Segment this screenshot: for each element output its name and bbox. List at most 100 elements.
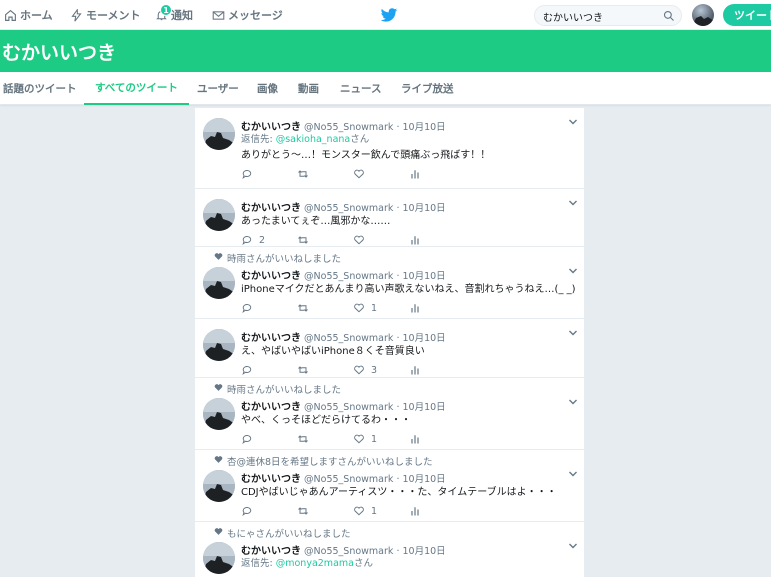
social-context-text: 杏@連休8日を希望しますさんがいいねしました xyxy=(227,457,433,468)
reply-to-prefix: 返信先: xyxy=(241,134,276,145)
tweet[interactable]: 時雨さんがいいねしました むかいいつき @No55_Snowmark · 10月… xyxy=(195,247,584,319)
tweet-text: ありがとう～…！モンスター飲んで頭痛ぶっ飛ばす！！ xyxy=(241,150,491,161)
home-icon xyxy=(5,9,16,21)
nav-moments[interactable]: モーメント xyxy=(70,0,141,30)
avatar[interactable] xyxy=(203,470,235,502)
like-button[interactable]: 1 xyxy=(353,505,377,517)
avatar[interactable] xyxy=(203,118,235,150)
reply-to-suffix: さん xyxy=(350,134,370,145)
notification-badge: 1 xyxy=(160,4,172,16)
heart-icon xyxy=(354,169,364,179)
retweet-button[interactable] xyxy=(297,302,315,314)
reply-button[interactable] xyxy=(241,505,259,517)
reply-icon xyxy=(242,366,252,375)
nav-messages[interactable]: メッセージ xyxy=(212,0,283,30)
social-context-text: 時雨さんがいいねしました xyxy=(227,254,342,265)
tweet-date[interactable]: · 10月10日 xyxy=(396,122,445,133)
retweet-button[interactable] xyxy=(297,234,315,246)
analytics-button[interactable] xyxy=(409,302,427,314)
retweet-button[interactable] xyxy=(297,433,315,445)
retweet-button[interactable] xyxy=(297,168,315,180)
reply-button[interactable] xyxy=(241,433,259,445)
retweet-button[interactable] xyxy=(297,364,315,376)
chevron-down-icon[interactable] xyxy=(568,266,578,276)
like-button[interactable] xyxy=(353,168,371,180)
retweet-icon xyxy=(298,170,308,178)
tab-photos[interactable]: 画像 xyxy=(257,72,278,105)
chevron-down-icon[interactable] xyxy=(568,328,578,338)
retweet-icon xyxy=(298,304,308,312)
retweet-button[interactable] xyxy=(297,505,315,517)
tweet[interactable]: むかいいつき @No55_Snowmark · 10月10日 え、やばいやばいiP… xyxy=(195,319,584,378)
like-button[interactable]: 3 xyxy=(353,364,377,376)
analytics-icon xyxy=(411,170,419,179)
tweet[interactable]: もにゃさんがいいねしました むかいいつき @No55_Snowmark · 10… xyxy=(195,522,584,577)
reply-button[interactable] xyxy=(241,168,259,180)
avatar[interactable] xyxy=(203,542,235,574)
tweet-text: え、やばいやばいiPhone８くそ音質良い xyxy=(241,346,425,357)
tweet[interactable]: むかいいつき @No55_Snowmark · 10月10日 返信先: @sak… xyxy=(195,108,584,189)
tab-people[interactable]: ユーザー xyxy=(197,72,239,105)
twitter-bird-icon[interactable] xyxy=(380,6,398,24)
search-tabs: 話題のツイート すべてのツイート ユーザー 画像 動画 ニュース ライブ放送 xyxy=(0,72,771,105)
nav-home-label: ホーム xyxy=(20,9,53,22)
like-count: 1 xyxy=(371,433,378,445)
like-button[interactable] xyxy=(353,234,371,246)
search-input[interactable] xyxy=(543,8,661,24)
tab-latest[interactable]: すべてのツイート xyxy=(84,72,189,105)
analytics-button[interactable] xyxy=(409,505,427,517)
analytics-icon xyxy=(411,435,419,444)
avatar[interactable] xyxy=(203,398,235,430)
profile-avatar[interactable] xyxy=(692,4,714,26)
search-banner: むかいいつき xyxy=(0,30,771,72)
heart-icon xyxy=(354,235,364,245)
tweet[interactable]: むかいいつき @No55_Snowmark · 10月10日 あったまいてぇぞ…風… xyxy=(195,189,584,248)
reply-button[interactable] xyxy=(241,364,259,376)
social-context-text: 時雨さんがいいねしました xyxy=(227,385,342,396)
like-button[interactable]: 1 xyxy=(353,302,377,314)
analytics-button[interactable] xyxy=(409,234,427,246)
analytics-button[interactable] xyxy=(409,168,427,180)
reply-icon xyxy=(242,170,252,179)
chevron-down-icon[interactable] xyxy=(568,198,578,208)
tweet-actions xyxy=(241,168,571,182)
avatar[interactable] xyxy=(203,267,235,299)
analytics-icon xyxy=(411,507,419,516)
avatar[interactable] xyxy=(203,329,235,361)
tweet-date[interactable]: · 10月10日 xyxy=(396,546,445,557)
analytics-button[interactable] xyxy=(409,433,427,445)
search-icon[interactable] xyxy=(663,10,675,22)
nav-home[interactable]: ホーム xyxy=(4,0,53,30)
tab-broadcasts[interactable]: ライブ放送 xyxy=(401,72,454,105)
reply-button[interactable] xyxy=(241,302,259,314)
reply-to-suffix: さん xyxy=(353,558,373,569)
like-button[interactable]: 1 xyxy=(353,433,377,445)
tweet[interactable]: 杏@連休8日を希望しますさんがいいねしました むかいいつき @No55_Snow… xyxy=(195,450,584,522)
nav-notifications-label: 通知 xyxy=(171,9,193,22)
tweet-actions: 2 xyxy=(241,234,571,248)
tab-videos[interactable]: 動画 xyxy=(298,72,319,105)
envelope-icon xyxy=(212,10,225,20)
chevron-down-icon[interactable] xyxy=(568,117,578,127)
tweet-text: CDJやばいじゃあんアーティスツ・・・た、タイムテーブルはよ・・・ xyxy=(241,487,557,498)
banner-title: むかいいつき xyxy=(2,42,117,64)
tweet-text: やべ、くっそほどだらけてるわ・・・ xyxy=(241,415,411,426)
heart-filled-icon xyxy=(214,384,223,391)
tweet-actions: 1 xyxy=(241,433,571,447)
tweet[interactable]: 時雨さんがいいねしました むかいいつき @No55_Snowmark · 10月… xyxy=(195,378,584,450)
chevron-down-icon[interactable] xyxy=(568,397,578,407)
tweet-button[interactable]: ツイート xyxy=(723,4,771,26)
avatar[interactable] xyxy=(203,199,235,231)
reply-icon xyxy=(242,236,252,245)
nav-notifications[interactable]: 通知 1 xyxy=(155,0,193,30)
analytics-button[interactable] xyxy=(409,364,427,376)
tab-top[interactable]: 話題のツイート xyxy=(3,72,77,105)
chevron-down-icon[interactable] xyxy=(568,541,578,551)
reply-to-handle[interactable]: @monya2mama xyxy=(276,558,354,569)
tab-news[interactable]: ニュース xyxy=(340,72,381,105)
heart-filled-icon xyxy=(214,528,223,535)
reply-button[interactable]: 2 xyxy=(241,234,265,246)
tweet-timeline: むかいいつき @No55_Snowmark · 10月10日 返信先: @sak… xyxy=(194,108,585,577)
chevron-down-icon[interactable] xyxy=(568,469,578,479)
reply-to-handle[interactable]: @sakioha_nana xyxy=(276,134,351,145)
